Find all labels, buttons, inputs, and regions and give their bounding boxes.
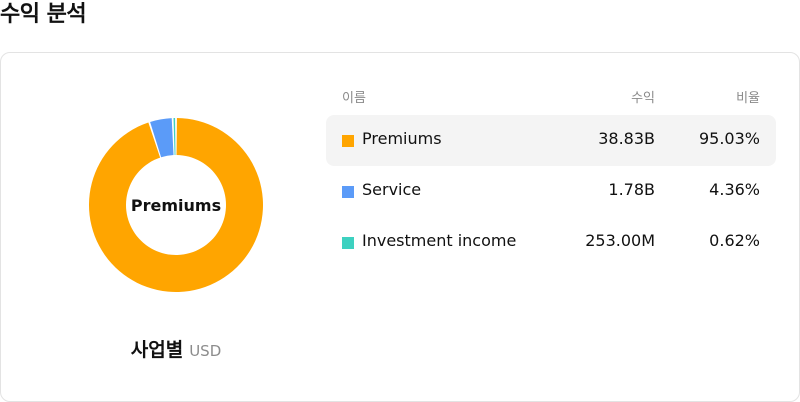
row-ratio: 4.36% <box>709 180 760 199</box>
row-revenue: 1.78B <box>608 180 655 199</box>
table-row[interactable]: Investment income 253.00M 0.62% <box>326 217 776 268</box>
table-row[interactable]: Premiums 38.83B 95.03% <box>326 115 776 166</box>
row-name: Investment income <box>362 231 517 250</box>
table-row[interactable]: Service 1.78B 4.36% <box>326 166 776 217</box>
legend-swatch <box>342 237 354 249</box>
column-header-ratio: 비율 <box>736 91 760 106</box>
donut-chart: Premiums <box>87 116 265 294</box>
column-header-revenue: 수익 <box>631 91 655 106</box>
column-header-name: 이름 <box>342 91 366 106</box>
revenue-table: 이름 수익 비율 Premiums 38.83B 95.03% Service … <box>326 81 776 268</box>
page-title: 수익 분석 <box>0 2 87 27</box>
row-revenue: 253.00M <box>585 231 655 250</box>
caption-unit: USD <box>189 342 222 360</box>
row-revenue: 38.83B <box>598 129 655 148</box>
row-ratio: 95.03% <box>698 129 760 148</box>
legend-swatch <box>342 135 354 147</box>
table-header: 이름 수익 비율 <box>326 81 776 111</box>
donut-center-label: Premiums <box>130 195 222 215</box>
row-name: Premiums <box>362 129 442 148</box>
chart-caption: 사업별 USD <box>1 335 351 362</box>
caption-segment: 사업별 <box>130 339 184 361</box>
legend-swatch <box>342 186 354 198</box>
revenue-card: Premiums 사업별 USD 이름 수익 비율 Premiums 38.83B… <box>0 52 800 402</box>
row-ratio: 0.62% <box>709 231 760 250</box>
row-name: Service <box>362 180 422 199</box>
table-rows: Premiums 38.83B 95.03% Service 1.78B 4.3… <box>326 115 776 268</box>
